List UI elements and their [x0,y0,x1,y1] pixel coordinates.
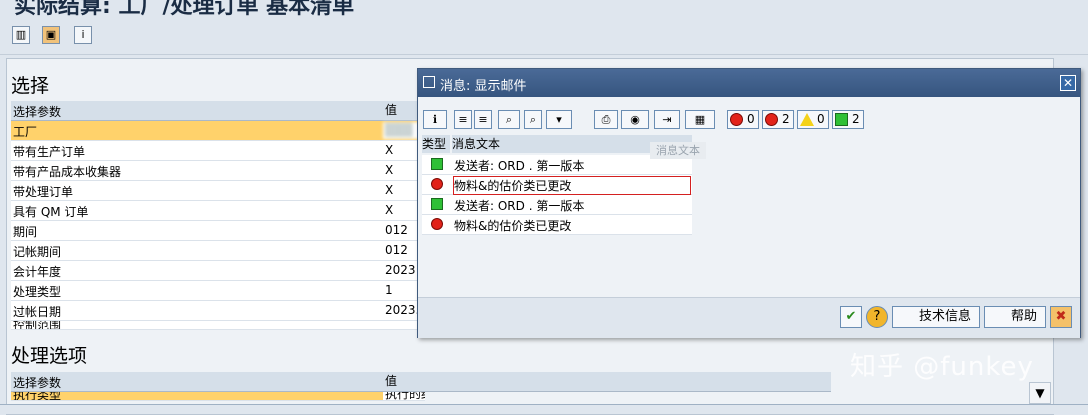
error-icon [765,113,778,126]
selection-grid-header: 选择参数 值 [11,101,425,121]
table-row[interactable]: 带有生产订单 X [11,141,425,161]
print-icon[interactable]: ⎙ [594,110,618,129]
table-row[interactable]: 期间 012 [11,221,425,241]
execute-icon[interactable]: ▣ [42,26,60,44]
row-label: 记帐期间 [13,245,62,259]
success-icon [835,113,848,126]
layout-icon[interactable]: ▥ [12,26,30,44]
type-column-header: 类型 [422,135,450,153]
message-text: 物料&的估价类已更改 [454,219,572,233]
help-question-icon[interactable]: ? [866,306,888,328]
row-label: 带有产品成本收集器 [13,165,122,179]
success-icon [431,158,443,170]
row-label: 过帐日期 [13,305,62,319]
tech-info-button[interactable]: 技术信息 [892,306,980,328]
dialog-button-bar: ✔ ? 技术信息 帮助 ✖ [418,297,1080,338]
table-row[interactable]: 带处理订单 X [11,181,425,201]
value-column-header: 值 [383,373,825,390]
row-label: 带有生产订单 [13,145,86,159]
help-button[interactable]: 帮助 [984,306,1046,328]
close-button[interactable]: ✕ [1060,75,1076,91]
details-icon[interactable]: ℹ [423,110,447,129]
list-item[interactable]: 发送者: ORD . 第一版本 [422,195,692,215]
processing-section-title: 处理选项 [11,345,88,367]
message-text: 发送者: ORD . 第一版本 [454,159,585,173]
list-item[interactable]: 物料&的估价类已更改 [422,215,692,235]
find-icon[interactable]: ⌕ [498,110,520,129]
filter-icon[interactable]: ▾ [546,110,572,129]
table-row[interactable]: 控制范围 [11,321,425,330]
watermark: 知乎 @funkey [850,352,1034,382]
row-label: 具有 QM 订单 [13,205,89,219]
table-row[interactable]: 记帐期间 012 [11,241,425,261]
success-count: 2 [852,112,860,126]
stop-count: 0 [747,112,755,126]
table-row[interactable]: 具有 QM 订单 X [11,201,425,221]
row-label: 执行类型 [13,392,62,401]
row-label: 期间 [13,225,38,239]
warning-count-badge[interactable]: 0 [797,110,829,129]
info-icon[interactable]: i [74,26,92,44]
dialog-title-bar: 消息: 显示邮件 ✕ [418,69,1080,97]
param-column-header: 选择参数 [13,105,62,119]
row-value: 执行的结算 [383,392,425,400]
sort-ascending-icon[interactable]: ≡ [454,110,472,129]
stop-icon [730,113,743,126]
warning-count: 0 [817,112,825,126]
list-item[interactable]: 物料&的估价类已更改 [422,175,692,195]
error-icon [431,178,443,190]
selection-section-title: 选择 [11,75,50,97]
success-count-badge[interactable]: 2 [832,110,864,129]
message-text: 发送者: ORD . 第一版本 [454,199,585,213]
row-label: 带处理订单 [13,185,74,199]
row-label: 会计年度 [13,265,62,279]
dialog-icon [423,76,435,88]
scroll-down-button[interactable]: ▼ [1029,382,1051,404]
window-title-bar: 实际结算: 工厂/处理订单 基本清单 [0,0,1088,16]
window-title: 实际结算: 工厂/处理订单 基本清单 [14,0,355,16]
row-label: 控制范围 [13,321,62,330]
table-row[interactable]: 处理类型 1 [11,281,425,301]
error-count-badge[interactable]: 2 [762,110,794,129]
tech-info-label: 技术信息 [919,309,972,324]
table-row[interactable]: 带有产品成本收集器 X [11,161,425,181]
row-label: 工厂 [13,125,38,139]
message-dialog: 消息: 显示邮件 ✕ ℹ ≡ ≡ ⌕ ⌕ ▾ ⎙ ◉ ⇥ ▦ 0 2 0 2 类… [417,68,1081,338]
param-column-header: 选择参数 [13,376,62,390]
table-row[interactable]: 工厂 ▒▒▒ [11,121,425,141]
warning-icon [800,113,814,126]
find-next-icon[interactable]: ⌕ [524,110,542,129]
message-text: 物料&的估价类已更改 [453,176,691,195]
help-label: 帮助 [1011,309,1038,324]
application-toolbar: ▥ ▣ i [0,18,1088,55]
views-icon[interactable]: ◉ [621,110,649,129]
dialog-title: 消息: 显示邮件 [440,79,527,94]
error-icon [431,218,443,230]
layout-icon[interactable]: ▦ [685,110,715,129]
stop-count-badge[interactable]: 0 [727,110,759,129]
cancel-button[interactable]: ✖ [1050,306,1072,328]
sort-descending-icon[interactable]: ≡ [474,110,492,129]
success-icon [431,198,443,210]
error-count: 2 [782,112,790,126]
confirm-button[interactable]: ✔ [840,306,862,328]
processing-grid-header: 选择参数 值 [11,372,831,392]
table-row[interactable]: 会计年度 2023 [11,261,425,281]
export-icon[interactable]: ⇥ [654,110,680,129]
table-row[interactable]: 过帐日期 2023. [11,301,425,321]
tooltip: 消息文本 [650,142,706,159]
row-label: 处理类型 [13,285,62,299]
table-row[interactable]: 执行类型 执行的结算 [11,392,425,401]
